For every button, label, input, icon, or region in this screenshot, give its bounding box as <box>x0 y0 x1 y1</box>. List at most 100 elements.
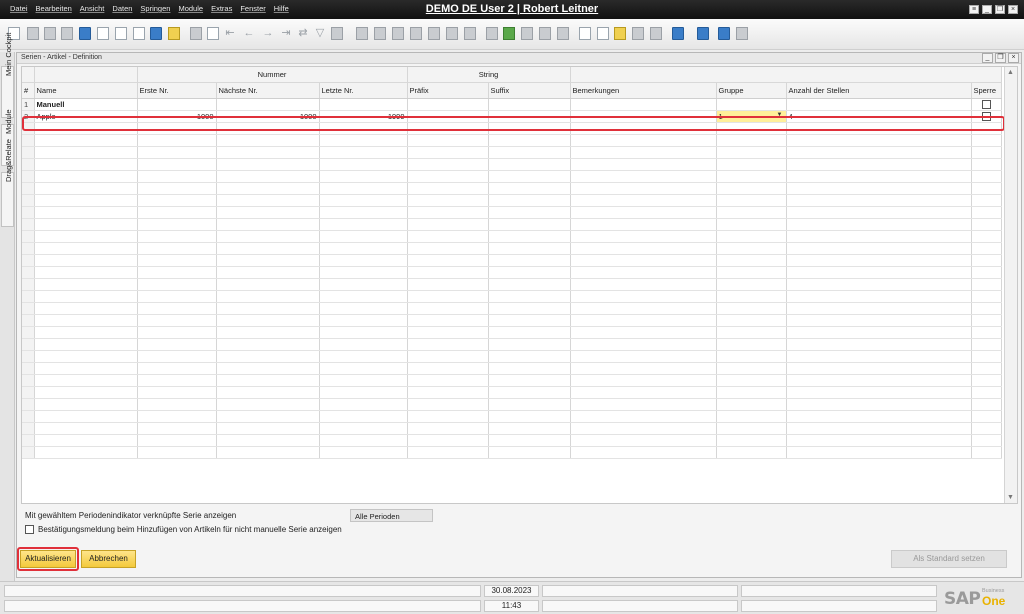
col-header-first[interactable]: Erste Nr. <box>137 82 217 99</box>
suffix-cell[interactable] <box>488 110 571 123</box>
menu-extras[interactable]: Extras <box>211 4 232 13</box>
save-icon[interactable] <box>79 27 91 40</box>
journal-icon[interactable] <box>392 27 404 40</box>
window-minimize-icon[interactable]: _ <box>982 53 993 63</box>
report-icon[interactable] <box>597 27 609 40</box>
help-icon[interactable] <box>697 27 709 40</box>
scroll-down-icon[interactable]: ▼ <box>1007 494 1014 501</box>
prefix-cell[interactable] <box>407 98 489 111</box>
edit-icon[interactable] <box>486 27 498 40</box>
menu-bearbeiten[interactable]: Bearbeiten <box>36 4 72 13</box>
add-icon[interactable] <box>207 27 219 40</box>
menu-springen[interactable]: Springen <box>140 4 170 13</box>
update-button[interactable]: Aktualisieren <box>20 550 76 568</box>
confirm-checkbox[interactable] <box>25 525 34 534</box>
hierarchy-icon[interactable] <box>650 27 662 40</box>
group-cell[interactable] <box>716 98 787 111</box>
menu-daten[interactable]: Daten <box>112 4 132 13</box>
restore-icon[interactable]: ❐ <box>995 5 1005 14</box>
find-icon[interactable] <box>190 27 202 40</box>
suffix-cell[interactable] <box>488 98 571 111</box>
first-number-cell[interactable] <box>137 98 217 111</box>
email-icon[interactable] <box>44 27 56 40</box>
menu-datei[interactable]: Datei <box>10 4 28 13</box>
web-icon[interactable] <box>672 27 684 40</box>
message-icon[interactable] <box>521 27 533 40</box>
print-icon[interactable] <box>27 27 39 40</box>
transaction-icon[interactable] <box>446 27 458 40</box>
menu-module[interactable]: Module <box>178 4 203 13</box>
menu-icon[interactable]: ≡ <box>969 5 979 14</box>
notes-icon[interactable] <box>736 27 748 40</box>
upload-icon[interactable] <box>150 27 162 40</box>
remarks-cell[interactable] <box>570 110 717 123</box>
table-row[interactable]: 1 Manuell <box>22 98 1002 111</box>
export-icon[interactable] <box>61 27 73 40</box>
menu-hilfe[interactable]: Hilfe <box>274 4 289 13</box>
group-dropdown[interactable]: 1 ▼ <box>716 110 787 123</box>
spreadsheet-icon[interactable] <box>579 27 591 40</box>
filter-icon[interactable]: ▽ <box>314 27 326 40</box>
col-header-suffix[interactable]: Suffix <box>488 82 571 99</box>
col-header-remarks[interactable]: Bemerkungen <box>570 82 717 99</box>
col-header-digits[interactable]: Anzahl der Stellen <box>786 82 972 99</box>
row-number <box>22 254 35 267</box>
document-icon[interactable] <box>133 27 145 40</box>
last-record-icon[interactable]: ⇥ <box>280 27 292 40</box>
target-document-icon[interactable] <box>374 27 386 40</box>
table-row[interactable]: 2 Apple 1000 1000 1999 1 ▼ 4 <box>22 110 1002 123</box>
next-number-cell[interactable] <box>216 98 320 111</box>
close-icon[interactable]: × <box>1008 5 1018 14</box>
prefix-cell[interactable] <box>407 110 489 123</box>
window-close-icon[interactable]: × <box>1008 53 1019 63</box>
next-number-cell[interactable]: 1000 <box>216 110 320 123</box>
vertical-scrollbar[interactable]: ▲ ▼ <box>1004 67 1017 503</box>
alert-icon[interactable] <box>539 27 551 40</box>
first-record-icon[interactable]: ⇤ <box>224 27 236 40</box>
set-default-button[interactable]: Als Standard setzen <box>891 550 1007 568</box>
col-header-hash[interactable]: # <box>22 82 35 99</box>
lock-checkbox[interactable] <box>981 111 991 121</box>
sort-icon[interactable] <box>331 27 343 40</box>
base-document-icon[interactable] <box>356 27 368 40</box>
refresh-icon[interactable]: ⇄ <box>297 27 309 40</box>
cancel-button[interactable]: Abbrechen <box>81 550 136 568</box>
window-restore-icon[interactable]: ❐ <box>995 53 1006 63</box>
series-name-cell[interactable]: Apple <box>34 110 138 123</box>
settings-icon[interactable] <box>168 27 180 40</box>
col-header-last[interactable]: Letzte Nr. <box>319 82 408 99</box>
series-name-cell[interactable]: Manuell <box>34 98 138 111</box>
col-header-group[interactable]: Gruppe <box>716 82 787 99</box>
support-icon[interactable] <box>718 27 730 40</box>
empty-cell <box>716 158 787 171</box>
dropdown-arrow-icon[interactable]: ▼ <box>777 112 783 118</box>
form-settings-icon[interactable] <box>464 27 476 40</box>
lock-checkbox[interactable] <box>981 99 991 109</box>
chart-icon[interactable] <box>614 27 626 40</box>
side-tab-drag-relate[interactable]: Drag&Relate <box>1 139 14 227</box>
copy-icon[interactable] <box>97 27 109 40</box>
next-record-icon[interactable]: → <box>262 27 274 40</box>
workflow-icon[interactable] <box>632 27 644 40</box>
period-select[interactable]: Alle Perioden <box>350 509 433 522</box>
col-header-prefix[interactable]: Präfix <box>407 82 489 99</box>
last-number-cell[interactable] <box>319 98 408 111</box>
col-header-lock[interactable]: Sperre <box>971 82 1002 99</box>
menu-fenster[interactable]: Fenster <box>240 4 265 13</box>
scroll-up-icon[interactable]: ▲ <box>1007 69 1014 76</box>
calendar-icon[interactable] <box>557 27 569 40</box>
approve-icon[interactable] <box>503 27 515 40</box>
digits-cell[interactable]: 4 <box>786 110 972 123</box>
col-header-next[interactable]: Nächste Nr. <box>216 82 320 99</box>
minimize-icon[interactable]: _ <box>982 5 992 14</box>
first-number-cell[interactable]: 1000 <box>137 110 217 123</box>
paste-icon[interactable] <box>115 27 127 40</box>
menu-ansicht[interactable]: Ansicht <box>80 4 105 13</box>
last-number-cell[interactable]: 1999 <box>319 110 408 123</box>
digits-cell[interactable] <box>786 98 972 111</box>
col-header-name[interactable]: Name <box>34 82 138 99</box>
previous-record-icon[interactable]: ← <box>243 27 255 40</box>
remarks-cell[interactable] <box>570 98 717 111</box>
gross-profit-icon[interactable] <box>428 27 440 40</box>
payment-icon[interactable] <box>410 27 422 40</box>
